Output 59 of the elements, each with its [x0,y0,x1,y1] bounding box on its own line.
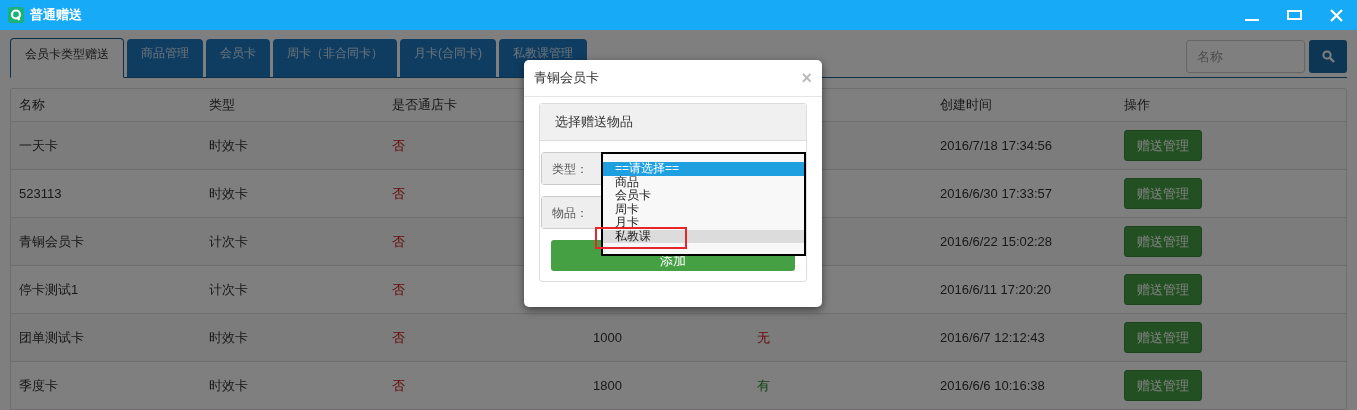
gift-manage-button[interactable]: 赠送管理 [1124,226,1202,257]
table-cell: 停卡测试1 [19,281,79,297]
table-cell: 计次卡 [209,233,248,249]
table-cell: 2016/7/18 17:34:56 [940,137,1053,153]
table-cell: 有 [757,377,770,393]
column-header: 类型 [209,97,235,113]
tab[interactable]: 会员卡 [206,39,270,77]
field-label: 类型： [542,153,604,184]
column-header: 操作 [1124,97,1150,113]
table-cell: 2016/6/11 17:20:20 [940,281,1052,297]
table-cell: 2016/6/7 12:12:43 [940,329,1045,345]
column-header: 名称 [19,97,45,113]
window-title: 普通赠送 [30,6,82,25]
table-cell: 时效卡 [209,185,248,201]
app-logo-icon [8,7,24,23]
maximize-icon[interactable] [1287,10,1302,20]
dropdown-option[interactable]: ==请选择== [603,162,804,176]
table-cell: 否 [392,281,405,297]
table-cell: 523113 [19,185,62,201]
table-cell: 2016/6/6 10:16:38 [940,377,1045,393]
tab[interactable]: 月卡(合同卡) [400,39,496,77]
dropdown-option[interactable]: 私教课 [603,229,804,243]
panel-title: 选择赠送物品 [555,113,633,132]
column-header: 创建时间 [940,97,992,113]
dropdown-option[interactable]: 周卡 [603,202,804,216]
table-cell: 时效卡 [209,329,248,345]
search-icon [1321,50,1335,63]
table-cell: 无 [757,329,770,345]
table-cell: 时效卡 [209,137,248,153]
table-cell: 否 [392,137,405,153]
tab[interactable]: 周卡（非合同卡） [273,39,397,77]
gift-manage-button[interactable]: 赠送管理 [1124,178,1202,209]
table-cell: 否 [392,185,405,201]
close-icon[interactable] [1330,8,1343,22]
tab[interactable]: 商品管理 [127,39,203,77]
dropdown-option[interactable]: 会员卡 [603,189,804,203]
tab[interactable]: 会员卡类型赠送 [10,38,124,78]
table-cell: 否 [392,329,405,345]
gift-manage-button[interactable]: 赠送管理 [1124,274,1202,305]
search-button[interactable] [1309,40,1347,73]
table-cell: 计次卡 [209,281,248,297]
close-button[interactable]: × [801,69,812,87]
table-cell-text: 1800 [592,377,622,393]
table-cell: 团单测试卡 [19,329,84,345]
table-cell: 季度卡 [19,377,58,393]
table-cell: 否 [392,233,405,249]
gift-manage-button[interactable]: 赠送管理 [1124,130,1202,161]
table-cell: 2016/6/30 17:33:57 [940,185,1053,201]
table-cell-text: 1000 [592,329,622,345]
gift-manage-button[interactable]: 赠送管理 [1124,370,1202,401]
column-header: 是否通店卡 [392,97,457,113]
dropdown-option[interactable]: 月卡 [603,216,804,230]
table-cell: 时效卡 [209,377,248,393]
dropdown-option[interactable]: 商品 [603,175,804,189]
table-cell: 否 [392,377,405,393]
field-label: 物品： [542,197,604,228]
table-cell: 2016/6/22 15:02:28 [940,233,1053,249]
table-cell: 青铜会员卡 [19,233,84,249]
gift-manage-button[interactable]: 赠送管理 [1124,322,1202,353]
